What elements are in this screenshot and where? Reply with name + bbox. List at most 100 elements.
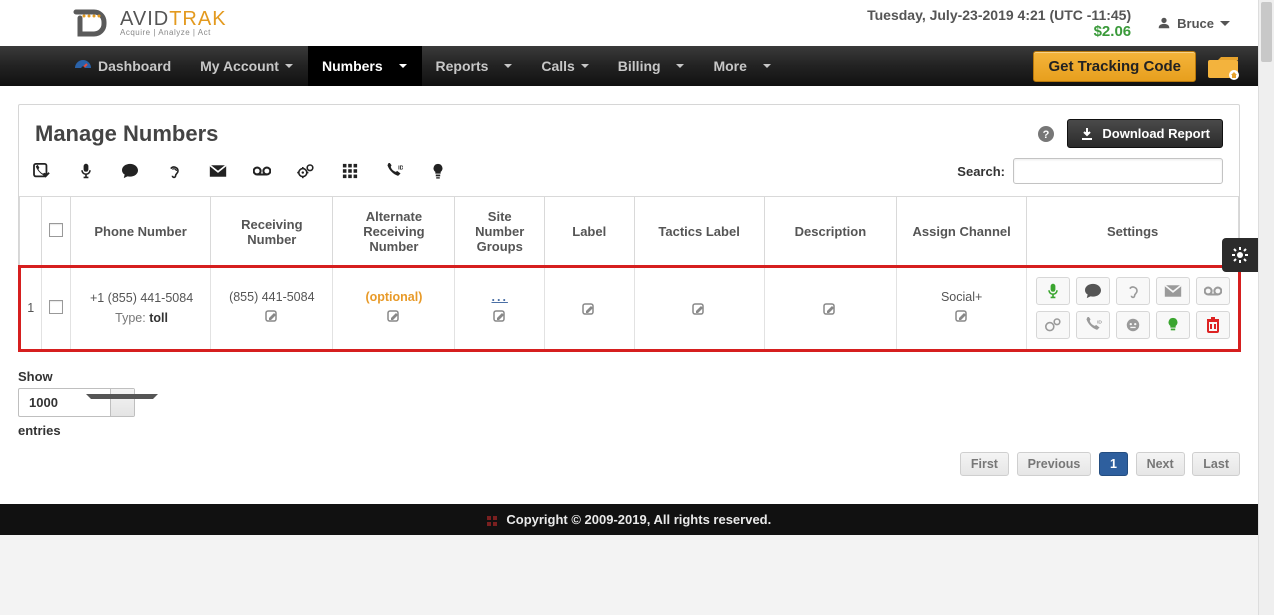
page-size-select[interactable]: 1000 [18, 388, 135, 417]
setting-whisper-button[interactable] [1116, 277, 1150, 305]
row-checkbox[interactable] [42, 267, 70, 350]
setting-bulb-button[interactable] [1156, 311, 1190, 339]
nav-calls-label: Calls [541, 58, 574, 74]
table-row: 1 +1 (855) 441-5084 Type: toll (855) 441… [20, 267, 1239, 350]
nav-dashboard[interactable]: Dashboard [60, 46, 186, 86]
vertical-scrollbar[interactable] [1258, 0, 1274, 615]
page-last-button[interactable]: Last [1192, 452, 1240, 476]
nav-numbers[interactable]: Numbers [308, 46, 422, 86]
setting-chat-button[interactable] [1076, 277, 1110, 305]
get-tracking-code-button[interactable]: Get Tracking Code [1033, 51, 1196, 82]
nav-more[interactable]: More [699, 46, 785, 86]
search-input[interactable] [1013, 158, 1223, 184]
footer: Copyright © 2009-2019, All rights reserv… [0, 504, 1258, 535]
cell-tactics[interactable] [634, 267, 764, 350]
col-site-groups[interactable]: Site Number Groups [455, 197, 545, 267]
toolbar: ID [29, 160, 451, 182]
edit-icon[interactable] [823, 303, 837, 317]
mail-icon [1164, 283, 1182, 299]
checkbox-icon[interactable] [49, 223, 63, 237]
trash-icon [1204, 317, 1222, 333]
cell-description[interactable] [764, 267, 896, 350]
setting-record-button[interactable] [1036, 277, 1070, 305]
download-icon [1080, 127, 1094, 141]
nav-reports[interactable]: Reports [422, 46, 528, 86]
voicemail-icon [1204, 283, 1222, 299]
svg-text:ID: ID [398, 165, 403, 171]
nav-billing-label: Billing [618, 58, 661, 74]
microphone-icon[interactable] [73, 160, 99, 182]
chat-icon[interactable] [117, 160, 143, 182]
cell-label[interactable] [544, 267, 634, 350]
ear-icon [1124, 283, 1142, 299]
caller-id-icon[interactable]: ID [381, 160, 407, 182]
chevron-down-icon [581, 64, 589, 68]
col-alt-receiving[interactable]: Alternate Receiving Number [333, 197, 455, 267]
edit-icon[interactable] [692, 303, 706, 317]
col-phone[interactable]: Phone Number [70, 197, 210, 267]
nav-my-account-label: My Account [200, 58, 279, 74]
grid-icon[interactable] [337, 160, 363, 182]
col-tactics[interactable]: Tactics Label [634, 197, 764, 267]
robot-icon [1124, 317, 1142, 333]
scrollbar-thumb[interactable] [1261, 2, 1272, 62]
cell-groups[interactable]: ... [455, 267, 545, 350]
col-channel[interactable]: Assign Channel [897, 197, 1027, 267]
setting-advanced-button[interactable] [1036, 311, 1070, 339]
phone-type-value: toll [149, 311, 168, 325]
page-first-button[interactable]: First [960, 452, 1009, 476]
setting-mail-button[interactable] [1156, 277, 1190, 305]
phone-check-icon[interactable] [29, 160, 55, 182]
download-report-button[interactable]: Download Report [1067, 119, 1223, 148]
col-select-all[interactable] [42, 197, 70, 267]
chevron-down-icon [399, 64, 407, 68]
user-menu[interactable]: Bruce [1149, 12, 1238, 35]
setting-voicemail-button[interactable] [1196, 277, 1230, 305]
edit-icon[interactable] [582, 303, 596, 317]
select-arrow[interactable] [110, 389, 134, 416]
groups-link[interactable]: ... [461, 290, 538, 304]
page-prev-button[interactable]: Previous [1017, 452, 1092, 476]
col-description[interactable]: Description [764, 197, 896, 267]
lightbulb-icon[interactable] [425, 160, 451, 182]
cell-settings: ID [1027, 267, 1239, 350]
cell-receiving[interactable]: (855) 441-5084 [211, 267, 333, 350]
edit-icon[interactable] [265, 310, 279, 324]
col-receiving[interactable]: Receiving Number [211, 197, 333, 267]
brand-mark-icon [70, 6, 118, 40]
setting-callerid-button[interactable]: ID [1076, 311, 1110, 339]
edit-icon[interactable] [955, 310, 969, 324]
help-icon[interactable]: ? [1037, 125, 1055, 143]
svg-text:?: ? [1043, 129, 1050, 141]
caller-id-icon: ID [1084, 317, 1102, 333]
gear-icon [1231, 246, 1249, 264]
cell-channel[interactable]: Social+ [897, 267, 1027, 350]
mail-icon[interactable] [205, 160, 231, 182]
lightbulb-icon [1164, 317, 1182, 333]
footer-text: Copyright © 2009-2019, All rights reserv… [506, 512, 771, 527]
edit-icon[interactable] [493, 310, 507, 324]
col-label[interactable]: Label [544, 197, 634, 267]
account-status: Tuesday, July-23-2019 4:21 (UTC -11:45) … [867, 7, 1131, 40]
brand-logo[interactable]: AVIDTRAK Acquire | Analyze | Act [70, 6, 227, 40]
gears-icon[interactable] [293, 160, 319, 182]
home-folder-icon[interactable] [1206, 52, 1240, 80]
nav-billing[interactable]: Billing [604, 46, 700, 86]
col-index [20, 197, 42, 267]
checkbox-icon[interactable] [49, 300, 63, 314]
chevron-down-icon [285, 64, 293, 68]
chevron-down-icon [504, 64, 512, 68]
page-current[interactable]: 1 [1099, 452, 1128, 476]
setting-delete-button[interactable] [1196, 311, 1230, 339]
setting-spam-button[interactable] [1116, 311, 1150, 339]
alternate-value: (optional) [339, 290, 448, 304]
nav-calls[interactable]: Calls [527, 46, 603, 86]
edit-icon[interactable] [387, 310, 401, 324]
ear-icon[interactable] [161, 160, 187, 182]
page-settings-toggle[interactable] [1222, 238, 1258, 272]
voicemail-icon[interactable] [249, 160, 275, 182]
page-next-button[interactable]: Next [1136, 452, 1185, 476]
nav-my-account[interactable]: My Account [186, 46, 308, 86]
cell-alternate[interactable]: (optional) [333, 267, 455, 350]
header-credit: $2.06 [867, 23, 1131, 40]
